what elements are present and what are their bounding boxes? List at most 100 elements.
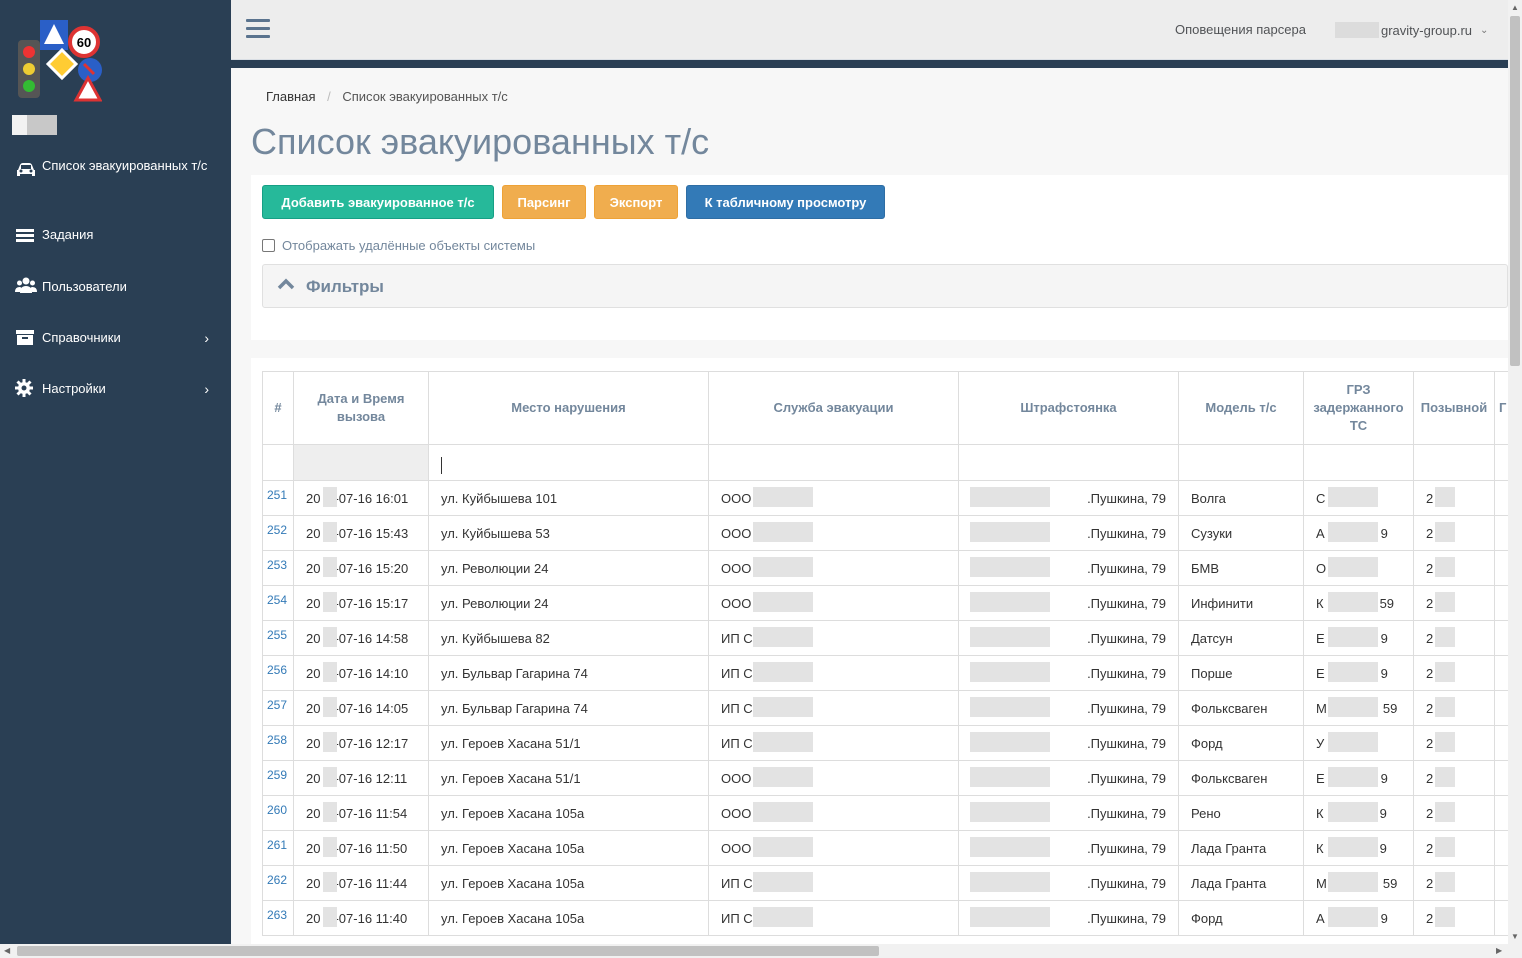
sidebar-item-tasks[interactable]: Задания xyxy=(0,226,231,244)
redacted-block xyxy=(1435,592,1455,612)
redacted-block xyxy=(1435,627,1455,647)
filter-model-input[interactable] xyxy=(1178,444,1304,481)
column-header[interactable]: ГРЗ задержанного ТС xyxy=(1303,371,1414,445)
filter-callsign-input[interactable] xyxy=(1413,444,1495,481)
service-cell: ИП С xyxy=(708,900,959,936)
callsign-cell-text: 2 xyxy=(1426,735,1434,751)
column-header[interactable]: Штрафстоянка xyxy=(958,371,1179,445)
column-header[interactable]: Позывной xyxy=(1413,371,1495,445)
show-deleted-checkbox-row[interactable]: Отображать удалённые объекты системы xyxy=(262,238,535,253)
table-row[interactable]: 260 20 -07-16 11:54 ул. Героев Хасана 105а О… xyxy=(262,795,1508,831)
sidebar-item-settings[interactable]: Настройки › xyxy=(0,379,231,398)
parse-button[interactable]: Парсинг xyxy=(502,185,586,219)
table-row[interactable]: 263 20 -07-16 11:40 ул. Героев Хасана 105а И… xyxy=(262,900,1508,936)
show-deleted-checkbox[interactable] xyxy=(262,239,275,252)
table-row[interactable]: 257 20 -07-16 14:05 ул. Бульвар Гагарина 74… xyxy=(262,690,1508,726)
redacted-block xyxy=(753,557,813,577)
service-cell-text: ООО xyxy=(721,595,752,611)
table-row[interactable]: 251 20 -07-16 16:01 ул. Куйбышева 101 ООО .Пу… xyxy=(262,480,1508,516)
menu-toggle-icon[interactable] xyxy=(246,19,270,39)
scroll-right-icon[interactable]: ▶ xyxy=(1496,946,1502,955)
sidebar-item-directories[interactable]: Справочники › xyxy=(0,329,231,347)
column-header[interactable]: # xyxy=(262,371,294,445)
vertical-scrollbar[interactable]: ▲ ▼ xyxy=(1508,0,1522,944)
datetime-cell-text: 20 xyxy=(306,525,321,541)
table-row[interactable]: 261 20 -07-16 11:50 ул. Героев Хасана 105а О… xyxy=(262,830,1508,866)
column-header[interactable]: Служба эвакуации xyxy=(708,371,959,445)
sidebar-item-evacuated-list[interactable]: Список эвакуированных т/с xyxy=(0,156,231,206)
scroll-left-icon[interactable]: ◀ xyxy=(4,946,10,955)
sidebar-item-users[interactable]: Пользователи xyxy=(0,277,231,296)
grz-cell-text: 9 xyxy=(1380,630,1388,646)
column-header[interactable]: Место нарушения xyxy=(428,371,709,445)
row-number: 251 xyxy=(262,480,294,516)
export-button[interactable]: Экспорт xyxy=(594,185,678,219)
column-header[interactable]: Модель т/с xyxy=(1178,371,1304,445)
redacted-block xyxy=(970,697,1050,717)
filter-place-input[interactable] xyxy=(428,444,709,481)
datetime-cell: 20 -07-16 11:50 xyxy=(293,830,429,866)
add-evacuated-button[interactable]: Добавить эвакуированное т/с xyxy=(262,185,494,219)
parser-notifications-link[interactable]: Оповещения парсера xyxy=(1175,22,1306,37)
filters-panel-header[interactable]: Фильтры xyxy=(262,264,1508,308)
table-view-button[interactable]: К табличному просмотру xyxy=(686,185,885,219)
scroll-down-icon[interactable]: ▼ xyxy=(1511,932,1519,941)
service-cell-text: ООО xyxy=(721,840,752,856)
model-cell-text: Инфинити xyxy=(1191,595,1254,611)
table-row[interactable]: 256 20 -07-16 14:10 ул. Бульвар Гагарина 74… xyxy=(262,655,1508,691)
table-row[interactable]: 258 20 -07-16 12:17 ул. Героев Хасана 51/1 И… xyxy=(262,725,1508,761)
redacted-block xyxy=(323,557,337,577)
redacted-block xyxy=(323,627,337,647)
table-header-row: # Дата и Время вызова Место нарушения Сл… xyxy=(262,371,1508,445)
grz-cell-text: Е xyxy=(1316,770,1325,786)
filter-service-input[interactable] xyxy=(708,444,959,481)
redacted-block xyxy=(753,802,813,822)
redacted-block xyxy=(1435,662,1455,682)
redacted-block xyxy=(1328,487,1378,507)
place-cell: ул. Бульвар Гагарина 74 xyxy=(428,690,709,726)
breadcrumb-current: Список эвакуированных т/с xyxy=(342,89,508,104)
horizontal-scrollbar[interactable]: ◀ ▶ xyxy=(0,944,1522,958)
row-number-text: 262 xyxy=(267,873,288,887)
filter-grz-input[interactable] xyxy=(1303,444,1414,481)
scrollbar-thumb[interactable] xyxy=(17,946,879,956)
redacted-block xyxy=(970,802,1050,822)
scrollbar-thumb[interactable] xyxy=(1510,16,1520,366)
redacted-block xyxy=(1435,872,1455,892)
scroll-up-icon[interactable]: ▲ xyxy=(1511,3,1519,12)
redacted-block xyxy=(970,487,1050,507)
callsign-cell-text: 2 xyxy=(1426,665,1434,681)
table-row[interactable]: 255 20 -07-16 14:58 ул. Куйбышева 82 ИП С .Пу… xyxy=(262,620,1508,656)
service-cell: ИП С xyxy=(708,725,959,761)
table-row[interactable]: 254 20 -07-16 15:17 ул. Революции 24 ООО .Пуш… xyxy=(262,585,1508,621)
table-row[interactable]: 253 20 -07-16 15:20 ул. Революции 24 ООО .Пуш… xyxy=(262,550,1508,586)
grz-cell-text: 59 xyxy=(1382,700,1398,716)
datetime-cell-text: 20 xyxy=(306,630,321,646)
redacted-block xyxy=(1435,767,1455,787)
table-row[interactable]: 259 20 -07-16 12:11 ул. Героев Хасана 51/1 О… xyxy=(262,760,1508,796)
table-row[interactable]: 262 20 -07-16 11:44 ул. Героев Хасана 105а И… xyxy=(262,865,1508,901)
filter-lot-input[interactable] xyxy=(958,444,1179,481)
breadcrumb-home[interactable]: Главная xyxy=(266,89,315,104)
table-row[interactable]: 252 20 -07-16 15:43 ул. Куйбышева 53 ООО .Пуш… xyxy=(262,515,1508,551)
place-cell: ул. Куйбышева 101 xyxy=(428,480,709,516)
place-cell-text: ул. Куйбышева 53 xyxy=(441,525,550,541)
row-number: 262 xyxy=(262,865,294,901)
row-number-text: 254 xyxy=(267,593,288,607)
column-header[interactable]: Дата и Время вызова xyxy=(293,371,429,445)
model-cell-text: Форд xyxy=(1191,735,1223,751)
sidebar-item-label: Задания xyxy=(42,227,94,242)
place-cell-text: ул. Героев Хасана 51/1 xyxy=(441,770,581,786)
redacted-block xyxy=(323,487,337,507)
column-header[interactable]: Г xyxy=(1494,371,1508,445)
model-cell-text: Волга xyxy=(1191,490,1226,506)
filter-date-input[interactable] xyxy=(293,444,429,481)
redacted-block xyxy=(970,907,1050,927)
account-dropdown[interactable]: gravity-group.ru ⌄ xyxy=(1335,22,1488,38)
place-cell-text: ул. Революции 24 xyxy=(441,560,549,576)
redacted-block xyxy=(323,732,337,752)
callsign-cell-text: 2 xyxy=(1426,840,1434,856)
datetime-cell-text: 20 xyxy=(306,805,321,821)
grz-cell-text: 59 xyxy=(1379,595,1395,611)
account-domain: gravity-group.ru xyxy=(1381,22,1473,38)
